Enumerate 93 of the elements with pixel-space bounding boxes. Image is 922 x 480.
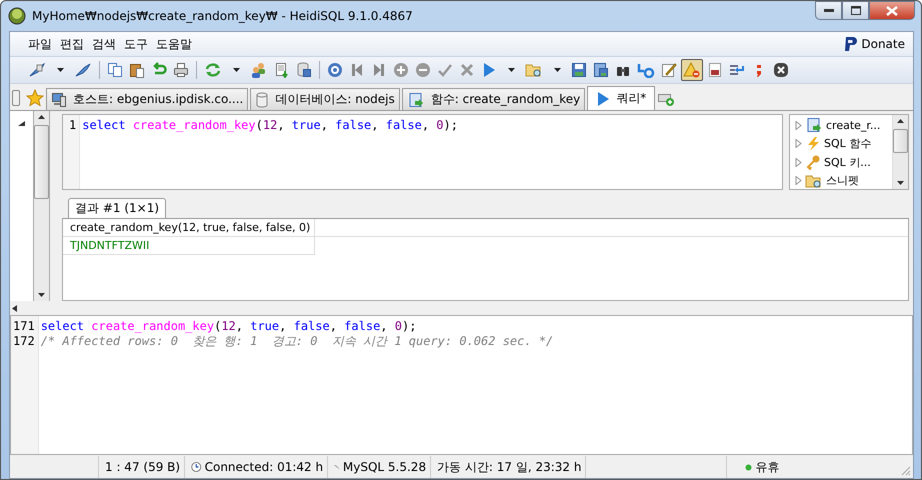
- database-icon: [255, 92, 270, 108]
- star-icon[interactable]: [26, 89, 44, 107]
- tab[interactable]: 데이터베이스: nodejs: [250, 88, 400, 110]
- tab[interactable]: 쿼리*: [587, 86, 656, 110]
- minimize-button[interactable]: [815, 1, 842, 20]
- status-dot-icon: [745, 464, 752, 470]
- play-icon: [482, 62, 496, 78]
- lightning-icon: [805, 136, 821, 152]
- sql-editor[interactable]: 1 select create_random_key(12, true, false, false, 0);: [62, 114, 783, 190]
- scroll-down-icon[interactable]: [897, 181, 904, 185]
- scroll-down-icon[interactable]: [38, 293, 45, 297]
- minimize-icon: [824, 8, 834, 12]
- tree-item[interactable]: SQL 키...: [824, 154, 871, 170]
- last-record-icon: [372, 62, 386, 78]
- log-line: select create_random_key(12, true, false, false, 0);: [40, 319, 418, 334]
- replace-icon: [637, 62, 655, 78]
- clipboard-icon: [129, 62, 145, 78]
- tree-item[interactable]: create_r...: [826, 118, 880, 132]
- maximize-icon: [850, 6, 860, 15]
- document-icon: [274, 62, 290, 78]
- status-text: MySQL 5.5.28: [342, 460, 426, 474]
- scroll-icon: [406, 92, 425, 108]
- close-button[interactable]: [869, 1, 915, 20]
- donate-button[interactable]: Donate: [842, 36, 905, 52]
- panel-handle[interactable]: [12, 90, 20, 106]
- status-text: 가동 시간: 17 일, 23:32 h: [437, 458, 582, 476]
- column-header[interactable]: create_random_key(12, true, false, false, 0): [63, 219, 315, 237]
- expand-icon[interactable]: [795, 158, 802, 167]
- menu-item[interactable]: 도움말: [152, 34, 196, 54]
- scroll-up-icon[interactable]: [18, 121, 25, 126]
- checkmark-icon: [437, 62, 453, 78]
- line-number: 171: [13, 319, 35, 334]
- plus-icon: [393, 62, 409, 78]
- collapse-icon[interactable]: [12, 304, 17, 312]
- refresh-icon: [204, 62, 222, 78]
- menu-item[interactable]: 도구: [120, 34, 152, 54]
- paypal-icon: [842, 36, 858, 52]
- log-line: /* Affected rows: 0 찾은 행: 1 경고: 0 지속 시간 1 query: 0.062 sec. */: [40, 334, 554, 349]
- first-record-icon: [350, 62, 364, 78]
- menu-item[interactable]: 검색: [88, 34, 120, 54]
- copy-icon: [107, 62, 123, 78]
- line-number: 1: [69, 118, 76, 133]
- floppy-icon: [571, 62, 587, 78]
- tree-item[interactable]: 스니펫: [826, 173, 859, 188]
- status-text: 유휴: [755, 458, 780, 476]
- printer-icon: [173, 62, 189, 78]
- key-icon: [805, 154, 821, 170]
- scrollbar[interactable]: [34, 111, 50, 301]
- tab[interactable]: 호스트: ebgenius.ipdisk.co....: [46, 88, 248, 110]
- cross-icon: [459, 62, 475, 78]
- menu-item[interactable]: 편집: [56, 34, 88, 54]
- users-icon: [250, 62, 268, 78]
- plug-icon: [28, 62, 46, 78]
- resize-grip-icon[interactable]: [901, 466, 911, 476]
- expand-icon[interactable]: [795, 139, 802, 148]
- window-title: MyHome₩nodejs₩create_random_key₩ - HeidiSQL 9.1.0.4867: [32, 9, 413, 23]
- caret-icon: [508, 68, 514, 72]
- floppy-icon: [593, 62, 609, 78]
- caret-icon: [232, 68, 240, 72]
- menu-item[interactable]: 파일: [24, 34, 56, 54]
- pencil-icon: [661, 62, 677, 78]
- tab[interactable]: 함수: create_random_key: [402, 88, 586, 110]
- database-icon: [296, 62, 312, 78]
- caret-icon: [56, 68, 64, 72]
- warning-icon: [683, 62, 701, 78]
- hex-document-icon: [708, 62, 722, 78]
- app-logo-icon: [8, 7, 26, 25]
- close-icon: [886, 6, 898, 16]
- stop-icon: [773, 62, 789, 78]
- play-icon: [596, 90, 610, 106]
- help-icon: [327, 62, 343, 78]
- status-text: 1 : 47 (59 B): [105, 460, 180, 474]
- monitor-icon: [51, 92, 67, 108]
- plug-icon: [74, 62, 92, 78]
- result-tab[interactable]: 결과 #1 (1×1): [68, 198, 166, 218]
- semicolon-icon: [755, 62, 763, 78]
- tree-item[interactable]: SQL 함수: [824, 136, 872, 152]
- status-text: Connected: 01:42 h: [204, 460, 324, 474]
- folder-search-icon: [525, 62, 543, 78]
- expand-icon[interactable]: [795, 176, 802, 186]
- clock-icon: [191, 460, 202, 474]
- scroll-up-icon[interactable]: [897, 119, 904, 123]
- folder-search-icon: [805, 172, 823, 189]
- scroll-icon: [805, 117, 823, 134]
- scroll-up-icon[interactable]: [38, 115, 45, 119]
- code-line: select create_random_key(12, true, false, false, 0);: [82, 118, 458, 133]
- maximize-button[interactable]: [842, 1, 869, 20]
- table-cell: TJNDNTFTZWII: [63, 237, 315, 255]
- expand-icon[interactable]: [795, 120, 802, 130]
- minus-icon: [415, 62, 431, 78]
- new-tab-icon[interactable]: [657, 91, 676, 107]
- caret-icon: [554, 68, 560, 72]
- line-number: 172: [13, 334, 35, 349]
